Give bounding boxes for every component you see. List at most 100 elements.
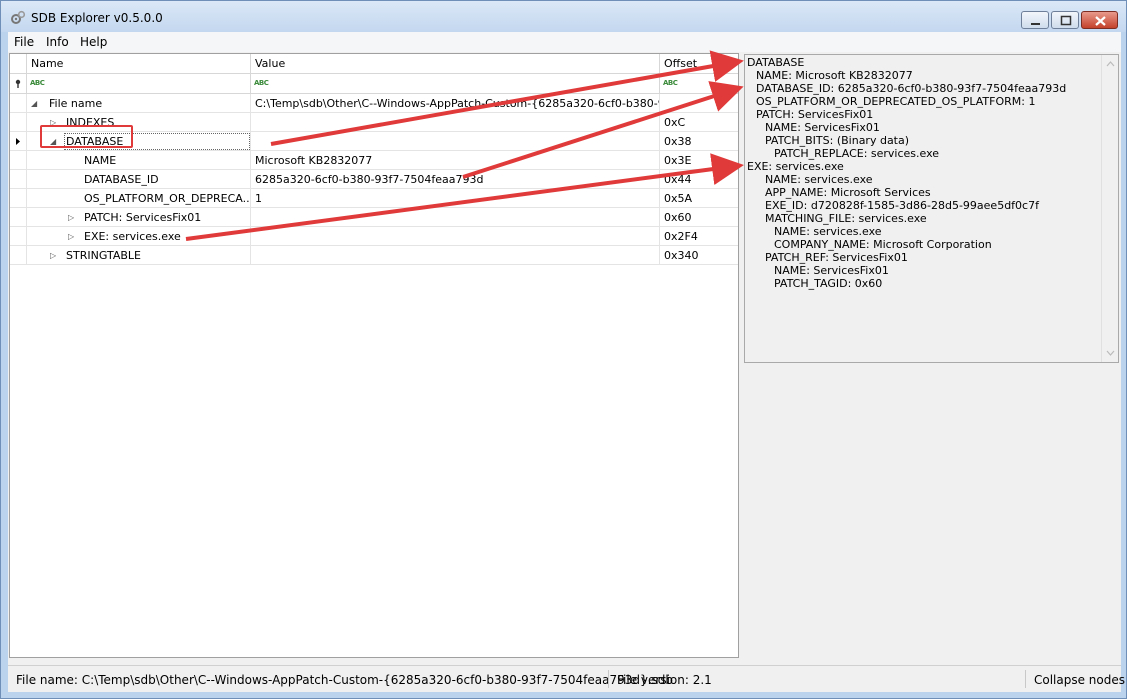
filter-row: ABC ABC ABC <box>10 74 738 94</box>
collapse-nodes-button[interactable]: Collapse nodes <box>1034 673 1125 687</box>
name-cell: ▷ EXE: services.exe <box>27 227 251 246</box>
grid-header: Name Value Offset <box>10 54 738 74</box>
name-cell: ▷ PATCH: ServicesFix01 <box>27 208 251 227</box>
offset-cell: 0x5A <box>664 192 693 205</box>
detail-line: APP_NAME: Microsoft Services <box>765 186 931 199</box>
current-row-icon <box>16 138 20 145</box>
tree-row-stringtable[interactable]: ▷ STRINGTABLE 0x340 <box>10 246 738 265</box>
detail-line: NAME: services.exe <box>765 173 873 186</box>
value-cell <box>251 208 660 227</box>
client-area: File Info Help Name Value Offset ABC ABC… <box>8 32 1125 692</box>
close-button[interactable] <box>1081 11 1118 29</box>
offset-cell: 0xC <box>664 116 686 129</box>
detail-line: NAME: services.exe <box>774 225 882 238</box>
value-cell <box>251 246 660 265</box>
row-indicator <box>10 189 27 208</box>
tree-row-patch[interactable]: ▷ PATCH: ServicesFix01 0x60 <box>10 208 738 227</box>
header-corner <box>10 54 27 74</box>
scroll-down-icon[interactable] <box>1102 346 1119 360</box>
filter-value[interactable]: ABC <box>251 74 660 94</box>
tree-row-name[interactable]: NAME Microsoft KB2832077 0x3E <box>10 151 738 170</box>
detail-line: EXE_ID: d720828f-1585-3d86-28d5-99aee5df… <box>765 199 1039 212</box>
menu-help[interactable]: Help <box>80 35 107 49</box>
detail-line: PATCH_REF: ServicesFix01 <box>765 251 908 264</box>
maximize-button[interactable] <box>1051 11 1079 29</box>
detail-text-panel[interactable]: DATABASE NAME: Microsoft KB2832077 DATAB… <box>744 54 1119 363</box>
row-name: File name <box>49 97 103 110</box>
tree-row-os-platform[interactable]: OS_PLATFORM_OR_DEPRECA... 1 0x5A <box>10 189 738 208</box>
minimize-button[interactable] <box>1021 11 1049 29</box>
detail-line: PATCH_TAGID: 0x60 <box>774 277 883 290</box>
detail-line: NAME: ServicesFix01 <box>774 264 889 277</box>
status-file-name: File name: C:\Temp\sdb\Other\C--Windows-… <box>16 673 673 687</box>
name-cell: NAME <box>27 151 251 170</box>
row-indicator <box>10 132 27 151</box>
row-indicator <box>10 246 27 265</box>
row-indicator <box>10 227 27 246</box>
detail-line: DATABASE_ID: 6285a320-6cf0-b380-93f7-750… <box>756 82 1067 95</box>
detail-line: PATCH_REPLACE: services.exe <box>774 147 940 160</box>
column-header-offset[interactable]: Offset <box>660 54 738 74</box>
name-cell: DATABASE_ID <box>27 170 251 189</box>
offset-cell: 0x340 <box>664 249 699 262</box>
offset-cell: 0x60 <box>664 211 692 224</box>
row-name: NAME <box>84 154 117 167</box>
annotation-highlight-box <box>40 125 133 148</box>
filter-offset[interactable]: ABC <box>660 74 738 94</box>
row-indicator <box>10 151 27 170</box>
value-cell: C:\Temp\sdb\Other\C--Windows-AppPatch-Cu… <box>251 94 660 113</box>
menu-file[interactable]: File <box>14 35 34 49</box>
detail-scrollbar[interactable] <box>1101 55 1118 362</box>
detail-line: OS_PLATFORM_OR_DEPRECATED_OS_PLATFORM: 1 <box>756 95 1036 108</box>
status-separator <box>1025 670 1026 688</box>
expand-icon[interactable]: ▷ <box>50 251 59 260</box>
offset-cell: 0x2F4 <box>664 230 698 243</box>
title-bar: SDB Explorer v0.5.0.0 <box>1 1 1126 32</box>
detail-line: NAME: Microsoft KB2832077 <box>756 69 913 82</box>
filter-name[interactable]: ABC <box>27 74 251 94</box>
tree-grid[interactable]: Name Value Offset ABC ABC ABC ◢ File nam… <box>9 53 739 658</box>
status-separator <box>608 670 609 688</box>
value-cell: 6285a320-6cf0-b380-93f7-7504feaa793d <box>251 170 660 189</box>
value-cell <box>251 227 660 246</box>
status-bar: File name: C:\Temp\sdb\Other\C--Windows-… <box>8 665 1125 692</box>
row-name: EXE: services.exe <box>84 230 181 243</box>
column-header-value[interactable]: Value <box>251 54 660 74</box>
window-title: SDB Explorer v0.5.0.0 <box>31 11 163 25</box>
row-indicator <box>10 113 27 132</box>
filter-abc-icon: ABC <box>254 79 269 87</box>
row-indicator <box>10 94 27 113</box>
scroll-up-icon[interactable] <box>1102 57 1119 71</box>
column-header-name[interactable]: Name <box>27 54 251 74</box>
detail-line: MATCHING_FILE: services.exe <box>765 212 927 225</box>
tree-row-exe[interactable]: ▷ EXE: services.exe 0x2F4 <box>10 227 738 246</box>
row-indicator <box>10 208 27 227</box>
offset-cell <box>660 94 738 113</box>
value-cell: 1 <box>251 189 660 208</box>
detail-line: PATCH: ServicesFix01 <box>756 108 874 121</box>
gears-icon <box>11 10 26 24</box>
expand-icon[interactable]: ▷ <box>68 213 77 222</box>
row-name: PATCH: ServicesFix01 <box>84 211 202 224</box>
status-file-version: File version: 2.1 <box>617 673 712 687</box>
expand-icon[interactable]: ▷ <box>68 232 77 241</box>
row-name: STRINGTABLE <box>66 249 141 262</box>
detail-line: EXE: services.exe <box>747 160 844 173</box>
collapse-icon[interactable]: ◢ <box>31 99 40 108</box>
detail-line: DATABASE <box>747 56 805 69</box>
value-cell <box>251 113 660 132</box>
value-cell: Microsoft KB2832077 <box>251 151 660 170</box>
row-name: DATABASE_ID <box>84 173 159 186</box>
filter-pin-cell <box>10 74 27 94</box>
row-indicator <box>10 170 27 189</box>
detail-line: COMPANY_NAME: Microsoft Corporation <box>774 238 992 251</box>
name-cell: OS_PLATFORM_OR_DEPRECA... <box>27 189 251 208</box>
name-cell: ▷ STRINGTABLE <box>27 246 251 265</box>
offset-cell: 0x3E <box>664 154 692 167</box>
menu-bar: File Info Help <box>8 32 1121 52</box>
filter-abc-icon: ABC <box>30 79 45 87</box>
tree-row-filename[interactable]: ◢ File name C:\Temp\sdb\Other\C--Windows… <box>10 94 738 113</box>
tree-row-database-id[interactable]: DATABASE_ID 6285a320-6cf0-b380-93f7-7504… <box>10 170 738 189</box>
menu-info[interactable]: Info <box>46 35 69 49</box>
minimize-icon <box>1031 23 1040 25</box>
